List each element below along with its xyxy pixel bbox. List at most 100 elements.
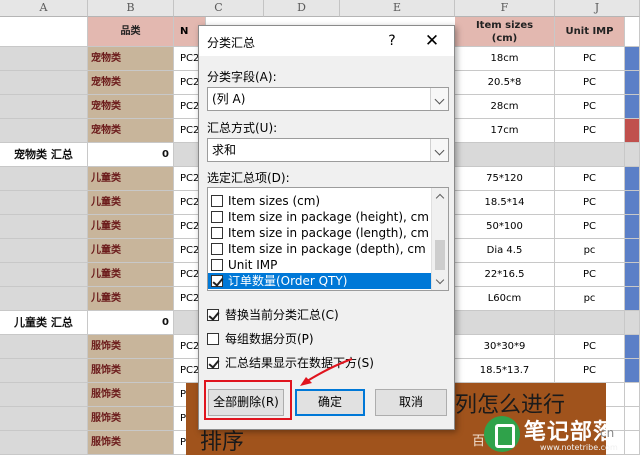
- unit-cell[interactable]: PC: [555, 167, 625, 191]
- scroll-up-icon[interactable]: [432, 188, 448, 204]
- checkbox[interactable]: [207, 309, 219, 321]
- table-cell[interactable]: [625, 71, 640, 95]
- table-cell[interactable]: [0, 239, 88, 263]
- table-cell[interactable]: [0, 359, 88, 383]
- table-cell[interactable]: [555, 143, 625, 167]
- help-button[interactable]: ?: [382, 31, 402, 51]
- table-cell[interactable]: [625, 239, 640, 263]
- item-size-cell[interactable]: 18.5*14: [455, 191, 555, 215]
- category-cell[interactable]: 服饰类: [88, 407, 174, 431]
- table-cell[interactable]: [625, 335, 640, 359]
- table-cell[interactable]: [0, 71, 88, 95]
- checkbox[interactable]: [211, 275, 223, 287]
- category-cell[interactable]: 宠物类: [88, 95, 174, 119]
- table-cell[interactable]: [625, 215, 640, 239]
- unit-cell[interactable]: pc: [555, 287, 625, 311]
- category-cell[interactable]: 宠物类: [88, 47, 174, 71]
- category-cell[interactable]: 儿童类: [88, 167, 174, 191]
- category-cell[interactable]: 服饰类: [88, 359, 174, 383]
- header-cell-k[interactable]: [625, 17, 640, 47]
- item-size-cell[interactable]: 22*16.5: [455, 263, 555, 287]
- table-cell[interactable]: [625, 143, 640, 167]
- unit-cell[interactable]: PC: [555, 47, 625, 71]
- cancel-button[interactable]: 取消: [375, 389, 447, 416]
- table-cell[interactable]: [625, 167, 640, 191]
- table-cell[interactable]: [625, 383, 640, 407]
- table-cell[interactable]: [0, 383, 88, 407]
- item-size-cell[interactable]: 18.5*13.7: [455, 359, 555, 383]
- checkbox[interactable]: [211, 243, 223, 255]
- close-button[interactable]: ✕: [422, 31, 442, 51]
- category-cell[interactable]: 儿童类: [88, 239, 174, 263]
- item-size-cell[interactable]: 20.5*8: [455, 71, 555, 95]
- table-cell[interactable]: [625, 311, 640, 335]
- scroll-down-icon[interactable]: [432, 274, 448, 290]
- table-cell[interactable]: [0, 167, 88, 191]
- list-item[interactable]: Item size in package (depth), cm: [208, 241, 432, 257]
- table-cell[interactable]: [625, 191, 640, 215]
- table-cell[interactable]: [0, 335, 88, 359]
- table-cell[interactable]: [555, 311, 625, 335]
- table-cell[interactable]: [0, 287, 88, 311]
- table-cell[interactable]: [625, 287, 640, 311]
- table-cell[interactable]: [625, 359, 640, 383]
- category-cell[interactable]: 宠物类: [88, 71, 174, 95]
- unit-cell[interactable]: PC: [555, 335, 625, 359]
- option-checkbox[interactable]: 替换当前分类汇总(C): [207, 307, 339, 325]
- checkbox[interactable]: [207, 333, 219, 345]
- chevron-down-icon[interactable]: [430, 139, 448, 161]
- item-size-cell[interactable]: L60cm: [455, 287, 555, 311]
- category-cell[interactable]: 服饰类: [88, 383, 174, 407]
- unit-cell[interactable]: pc: [555, 239, 625, 263]
- column-header-a[interactable]: A: [0, 0, 88, 17]
- checkbox[interactable]: [211, 211, 223, 223]
- header-cell-item-sizes[interactable]: Item sizes (cm): [455, 17, 555, 47]
- checkbox[interactable]: [211, 227, 223, 239]
- unit-cell[interactable]: PC: [555, 95, 625, 119]
- subtotal-value[interactable]: 0: [88, 311, 174, 335]
- list-scrollbar[interactable]: [431, 188, 448, 290]
- item-size-cell[interactable]: 18cm: [455, 47, 555, 71]
- table-cell[interactable]: [0, 215, 88, 239]
- item-size-cell[interactable]: 50*100: [455, 215, 555, 239]
- checkbox[interactable]: [211, 259, 223, 271]
- table-cell[interactable]: [625, 263, 640, 287]
- column-header-e[interactable]: E: [340, 0, 455, 17]
- category-cell[interactable]: 服饰类: [88, 335, 174, 359]
- column-header-f[interactable]: F: [455, 0, 555, 17]
- column-header-d[interactable]: D: [264, 0, 340, 17]
- list-item[interactable]: Item size in package (height), cm: [208, 209, 432, 225]
- category-cell[interactable]: 服饰类: [88, 431, 174, 455]
- list-item[interactable]: Item size in package (length), cm: [208, 225, 432, 241]
- ok-button[interactable]: 确定: [295, 389, 365, 416]
- header-cell-a[interactable]: [0, 17, 88, 47]
- table-cell[interactable]: [625, 47, 640, 71]
- category-cell[interactable]: 儿童类: [88, 215, 174, 239]
- list-item[interactable]: Item sizes (cm): [208, 193, 432, 209]
- item-size-cell[interactable]: 75*120: [455, 167, 555, 191]
- table-cell[interactable]: [0, 191, 88, 215]
- item-size-cell[interactable]: 30*30*9: [455, 335, 555, 359]
- table-cell[interactable]: [0, 119, 88, 143]
- list-item[interactable]: Unit IMP: [208, 257, 432, 273]
- table-cell[interactable]: [0, 431, 88, 455]
- scroll-thumb[interactable]: [435, 240, 445, 270]
- unit-cell[interactable]: PC: [555, 263, 625, 287]
- column-header-j[interactable]: J: [555, 0, 640, 17]
- subtotal-label[interactable]: 宠物类 汇总: [0, 143, 88, 167]
- unit-cell[interactable]: PC: [555, 119, 625, 143]
- table-cell[interactable]: [625, 119, 640, 143]
- category-cell[interactable]: 儿童类: [88, 191, 174, 215]
- category-cell[interactable]: 儿童类: [88, 287, 174, 311]
- unit-cell[interactable]: PC: [555, 215, 625, 239]
- table-cell[interactable]: [0, 95, 88, 119]
- column-header-b[interactable]: B: [88, 0, 174, 17]
- list-item[interactable]: 订单数量(Order QTY): [208, 273, 432, 289]
- unit-cell[interactable]: PC: [555, 71, 625, 95]
- checkbox[interactable]: [211, 195, 223, 207]
- unit-cell[interactable]: PC: [555, 191, 625, 215]
- table-cell[interactable]: [455, 143, 555, 167]
- checkbox[interactable]: [207, 357, 219, 369]
- chevron-down-icon[interactable]: [430, 88, 448, 110]
- dialog-titlebar[interactable]: 分类汇总 ? ✕: [199, 26, 454, 56]
